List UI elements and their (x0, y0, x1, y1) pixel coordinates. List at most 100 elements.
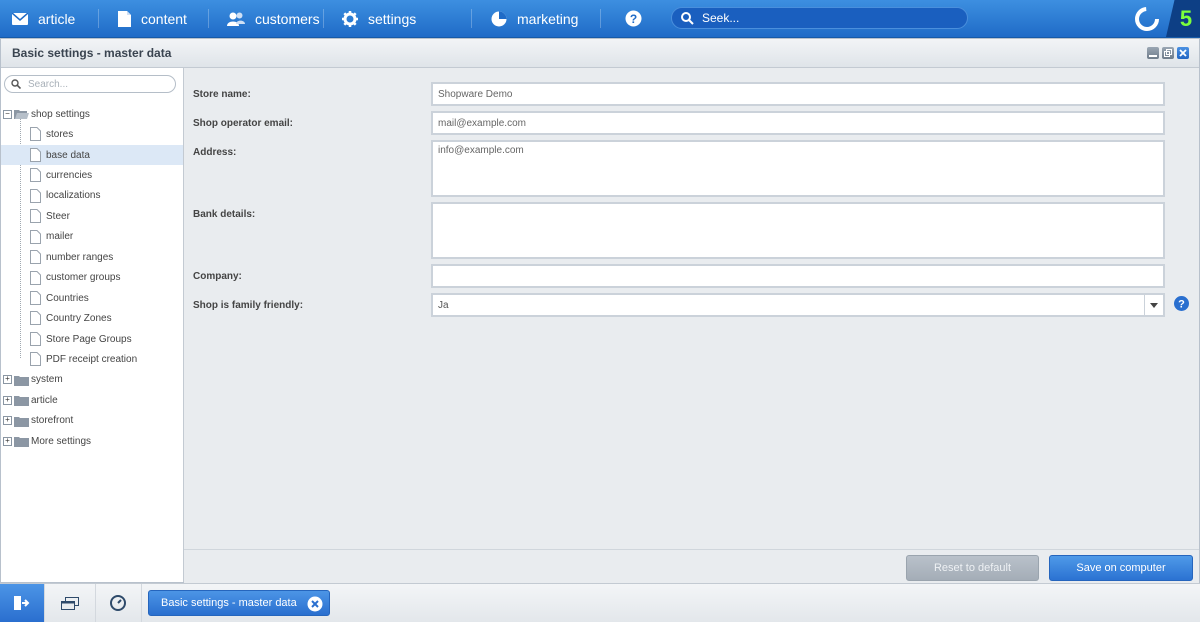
nav-settings[interactable]: settings (342, 0, 416, 37)
search-icon (11, 79, 21, 89)
tree-item-currencies[interactable]: currencies (1, 165, 183, 185)
page-icon (30, 250, 41, 265)
minimize-button[interactable] (1147, 47, 1159, 59)
tree-item-label: mailer (46, 231, 74, 243)
users-icon (227, 12, 245, 26)
nav-article[interactable]: article (12, 0, 75, 37)
page-icon (30, 229, 41, 244)
bank-details-field[interactable] (431, 202, 1165, 259)
folder-icon (14, 396, 29, 407)
bank-details-label: Bank details: (193, 209, 256, 220)
envelope-icon (12, 12, 28, 25)
family-friendly-value: Ja (438, 299, 449, 311)
tree-item-mailer[interactable]: mailer (1, 227, 183, 247)
tree-node-more-settings[interactable]: + More settings (1, 431, 183, 451)
tree-item-label: base data (46, 149, 90, 161)
tree-node-system[interactable]: + system (1, 370, 183, 390)
svg-text:?: ? (630, 12, 637, 26)
tree-item-label: Store Page Groups (46, 333, 132, 345)
settings-window: Basic settings - master data − shop sett… (0, 38, 1200, 583)
page-icon (30, 168, 41, 183)
folder-icon (14, 416, 29, 427)
page-icon (30, 127, 41, 142)
tree-item-customer-groups[interactable]: customer groups (1, 268, 183, 288)
chevron-down-icon (1150, 302, 1158, 308)
page-icon (30, 188, 41, 203)
expand-icon[interactable]: + (3, 395, 12, 405)
global-search[interactable] (671, 7, 968, 29)
taskbar-item-basic-settings[interactable]: Basic settings - master data (148, 590, 330, 616)
tree-item-steer[interactable]: Steer (1, 206, 183, 226)
taskbar: Basic settings - master data (0, 583, 1200, 622)
tree-node-article[interactable]: + article (1, 390, 183, 410)
expand-icon[interactable]: + (3, 416, 12, 426)
company-label: Company: (193, 271, 242, 282)
tree-item-store-page-groups[interactable]: Store Page Groups (1, 329, 183, 349)
nav-marketing[interactable]: marketing (491, 0, 578, 37)
store-name-field[interactable] (431, 82, 1165, 106)
tree-node-storefront[interactable]: + storefront (1, 411, 183, 431)
family-friendly-select[interactable]: Ja (431, 293, 1165, 317)
help-button[interactable]: ? (625, 0, 652, 37)
expand-icon[interactable]: + (3, 436, 12, 446)
windows-button[interactable] (44, 584, 96, 622)
dropdown-trigger[interactable] (1144, 295, 1163, 315)
page-icon (30, 209, 41, 224)
page-icon (30, 290, 41, 305)
store-name-label: Store name: (193, 89, 251, 100)
maximize-button[interactable] (1162, 47, 1174, 59)
window-title: Basic settings - master data (12, 46, 172, 60)
tree-node-label: system (31, 374, 63, 386)
global-search-input[interactable] (700, 10, 954, 26)
collapse-icon[interactable]: − (3, 109, 12, 119)
address-field[interactable]: info@example.com (431, 140, 1165, 197)
gear-icon (342, 10, 358, 27)
reset-to-default-button[interactable]: Reset to default (906, 555, 1039, 581)
tree-item-pdf-receipt-creation[interactable]: PDF receipt creation (1, 349, 183, 369)
tree-item-localizations[interactable]: localizations (1, 186, 183, 206)
tree-node-label: shop settings (31, 108, 90, 120)
dashboard-button[interactable] (95, 584, 142, 622)
version-badge: 5 (1166, 0, 1200, 37)
tree-item-label: customer groups (46, 272, 121, 284)
tree-node-shop-settings[interactable]: − shop settings (1, 104, 183, 124)
tree-item-number-ranges[interactable]: number ranges (1, 247, 183, 267)
family-friendly-label: Shop is family friendly: (193, 300, 304, 311)
version-badge-text: 5 (1179, 5, 1193, 31)
logout-icon (14, 596, 30, 610)
save-button[interactable]: Save on computer (1049, 555, 1193, 581)
tree-item-country-zones[interactable]: Country Zones (1, 308, 183, 328)
page-icon (30, 311, 41, 326)
nav-settings-label: settings (368, 10, 417, 27)
window-header: Basic settings - master data (1, 39, 1199, 68)
folder-icon (14, 437, 29, 447)
company-field[interactable] (431, 264, 1165, 288)
close-icon[interactable] (307, 596, 323, 612)
pie-chart-icon (491, 11, 507, 26)
main-menu-bar: article content customers settings marke… (0, 0, 1200, 38)
tree-search-input[interactable] (26, 77, 170, 91)
tree-item-label: stores (46, 129, 74, 141)
tree-item-base-data[interactable]: base data (1, 144, 183, 166)
close-window-button[interactable] (1177, 47, 1189, 59)
operator-email-field[interactable] (431, 111, 1165, 135)
question-icon: ? (625, 10, 642, 27)
tree-item-label: Steer (46, 210, 70, 222)
help-icon[interactable]: ? (1174, 296, 1189, 311)
base-data-form: Store name: Shop operator email: Address… (184, 68, 1199, 553)
tree-item-countries[interactable]: Countries (1, 288, 183, 308)
minimize-icon (1149, 55, 1157, 57)
logout-button[interactable] (0, 584, 45, 622)
nav-content[interactable]: content (118, 0, 187, 37)
expand-icon[interactable]: + (3, 375, 12, 385)
search-icon (681, 11, 694, 25)
tree-item-label: PDF receipt creation (46, 353, 138, 365)
tree-item-stores[interactable]: stores (1, 124, 183, 144)
tree-search[interactable] (4, 75, 176, 93)
windows-icon (60, 596, 79, 610)
folder-icon (14, 375, 29, 386)
page-icon (30, 331, 41, 346)
taskbar-item-label: Basic settings - master data (161, 597, 297, 609)
nav-customers[interactable]: customers (227, 0, 320, 37)
nav-customers-label: customers (255, 10, 320, 27)
